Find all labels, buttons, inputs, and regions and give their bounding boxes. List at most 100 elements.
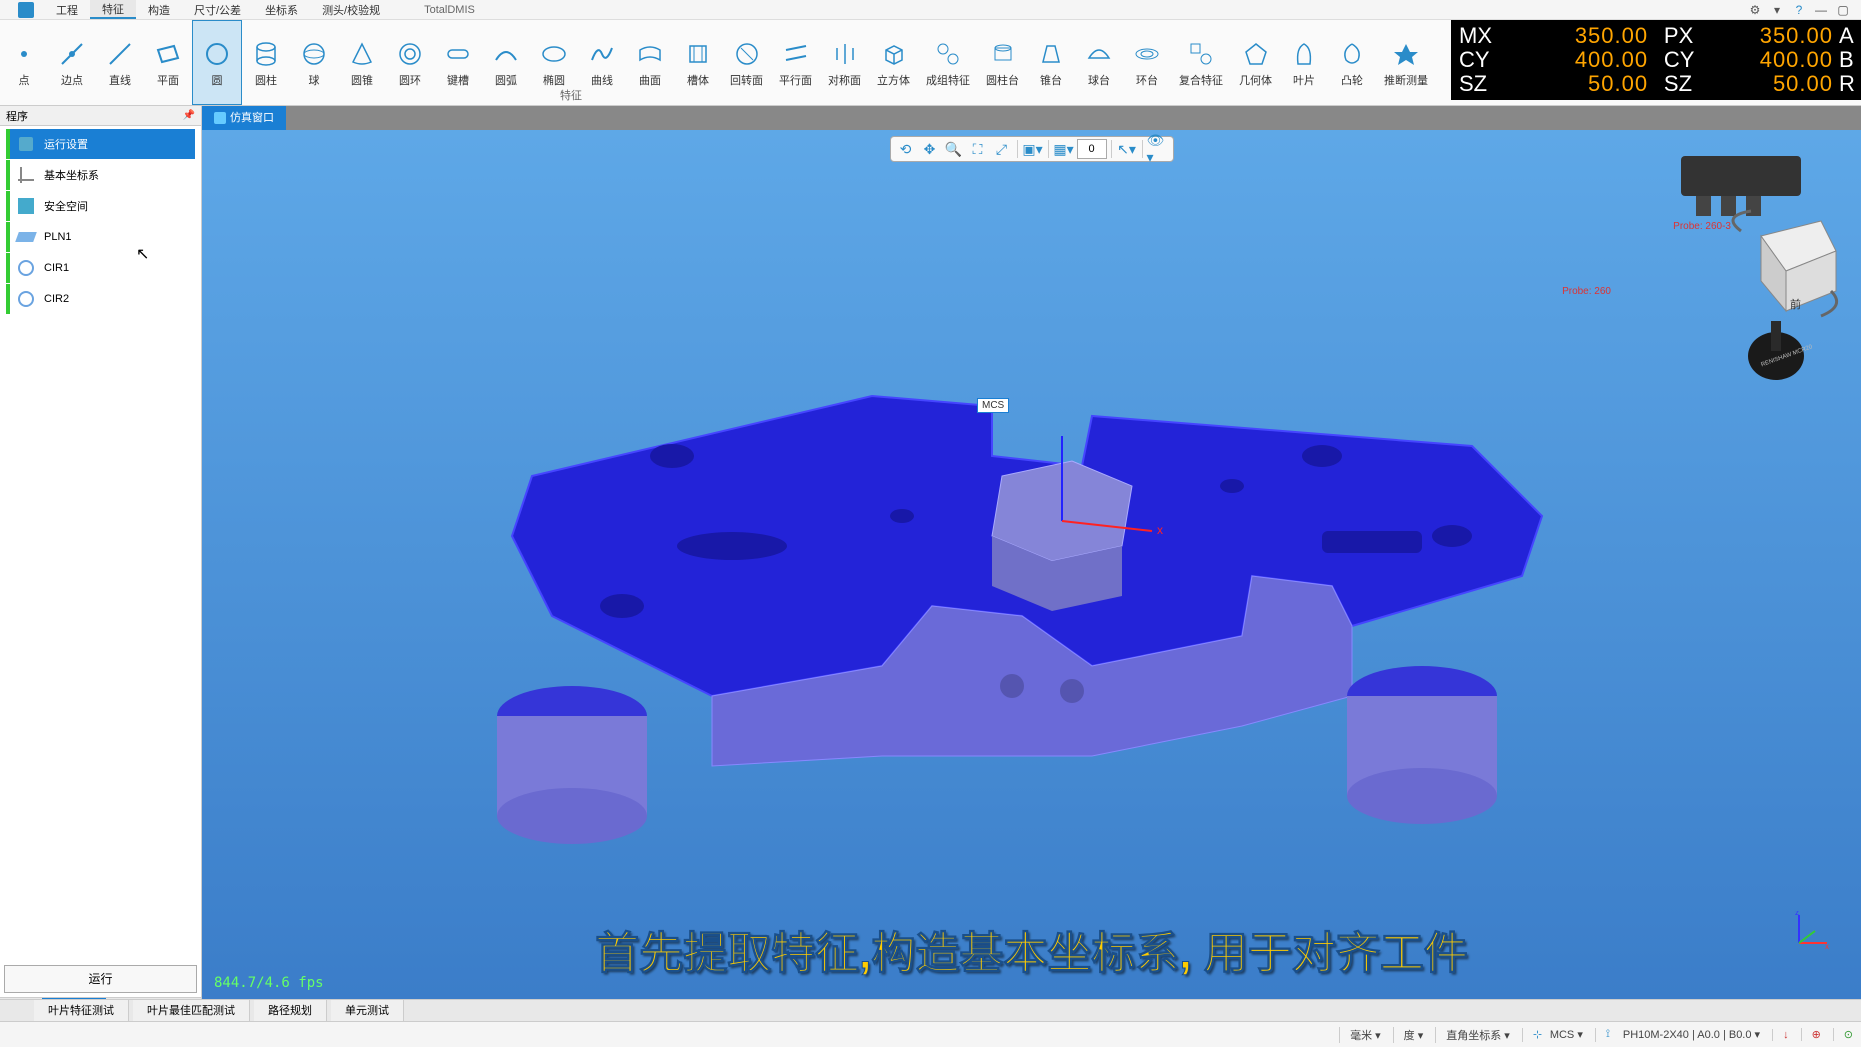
ribbon-sphere[interactable]: 球: [290, 20, 338, 105]
program-panel-header: 程序 📌: [0, 106, 201, 126]
status-unit[interactable]: 毫米 ▾: [1339, 1027, 1381, 1043]
menu-probe[interactable]: 测头/校验规: [310, 0, 392, 19]
program-item-label: 安全空间: [44, 198, 88, 214]
status-mcs[interactable]: ⊹ MCS ▾: [1522, 1028, 1583, 1042]
ribbon-slot[interactable]: 键槽: [434, 20, 482, 105]
plane-icon: [16, 227, 36, 247]
refresh-icon[interactable]: ⟲: [895, 138, 917, 160]
cylinder-icon: [250, 38, 282, 70]
mcs-marker[interactable]: MCS: [977, 398, 1009, 413]
status-tool-3[interactable]: ⊙: [1833, 1028, 1853, 1041]
program-item-box[interactable]: 安全空间: [6, 191, 195, 221]
axis-gizmo[interactable]: z x: [1791, 911, 1831, 951]
ribbon-circle[interactable]: 圆: [192, 20, 242, 105]
ribbon-line[interactable]: 直线: [96, 20, 144, 105]
program-panel: 程序 📌 运行设置基本坐标系安全空间PLN1CIR1CIR2 运行 项目 测量程…: [0, 106, 202, 1021]
menu-dimension[interactable]: 尺寸/公差: [182, 0, 253, 19]
surface-icon: [634, 38, 666, 70]
ribbon-label: 平行面: [779, 72, 812, 88]
status-tool-2[interactable]: ⊕: [1801, 1028, 1821, 1041]
view-cube-front-label[interactable]: 前: [1790, 296, 1801, 312]
ribbon-cube[interactable]: 立方体: [869, 20, 918, 105]
viewport-tab[interactable]: 仿真窗口: [202, 106, 286, 130]
ribbon-label: 曲线: [591, 72, 613, 88]
pin-icon[interactable]: 📌: [183, 110, 195, 121]
bottom-tab[interactable]: 叶片最佳匹配测试: [133, 1000, 250, 1022]
ribbon-arc[interactable]: 圆弧: [482, 20, 530, 105]
ribbon-plane[interactable]: 平面: [144, 20, 192, 105]
app-menu-button[interactable]: [18, 2, 34, 18]
ribbon-cone-boss[interactable]: 锥台: [1027, 20, 1075, 105]
ribbon-torus[interactable]: 圆环: [386, 20, 434, 105]
restore-icon[interactable]: ▢: [1835, 2, 1851, 18]
ribbon-label: 椭圆: [543, 72, 565, 88]
ribbon-parallel[interactable]: 平行面: [771, 20, 820, 105]
program-item-circle[interactable]: CIR2: [6, 284, 195, 314]
ribbon-infer[interactable]: 推断测量: [1376, 20, 1436, 105]
ribbon-cylinder[interactable]: 圆柱: [242, 20, 290, 105]
program-item-plane[interactable]: PLN1: [6, 222, 195, 252]
program-panel-title: 程序: [6, 108, 28, 124]
bottom-tab[interactable]: 路径规划: [254, 1000, 327, 1022]
ribbon-geometry[interactable]: 几何体: [1231, 20, 1280, 105]
viewport-3d[interactable]: 仿真窗口 ⟲ ✥ 🔍 ⛶ ⤢ ▣▾ ▦▾ ↖▾ 👁▾: [202, 106, 1861, 1021]
composite-icon: [1185, 38, 1217, 70]
ribbon-sphere-boss[interactable]: 球台: [1075, 20, 1123, 105]
minimize-icon[interactable]: —: [1813, 2, 1829, 18]
status-tool-1[interactable]: ↓: [1772, 1029, 1789, 1041]
dropdown-icon[interactable]: ▾: [1769, 2, 1785, 18]
grid-size-input[interactable]: [1077, 139, 1107, 159]
select-mode-icon[interactable]: ↖▾: [1116, 138, 1138, 160]
svg-text:z: z: [1795, 911, 1799, 917]
status-probe[interactable]: ⟟ PH10M-2X40 | A0.0 | B0.0 ▾: [1595, 1028, 1760, 1042]
ribbon-label: 叶片: [1293, 72, 1315, 88]
point-icon: [8, 38, 40, 70]
bottom-tab[interactable]: 叶片特征测试: [34, 1000, 129, 1022]
cone-icon: [346, 38, 378, 70]
run-button[interactable]: 运行: [4, 965, 197, 993]
ribbon-composite[interactable]: 复合特征: [1171, 20, 1231, 105]
bottom-tab[interactable]: 单元测试: [331, 1000, 404, 1022]
ribbon-curve[interactable]: 曲线: [578, 20, 626, 105]
ribbon-cyl-boss[interactable]: 圆柱台: [978, 20, 1027, 105]
help-icon[interactable]: ?: [1791, 2, 1807, 18]
fit-icon[interactable]: ⤢: [991, 138, 1013, 160]
ribbon-ring[interactable]: 环台: [1123, 20, 1171, 105]
symmetry-icon: [829, 38, 861, 70]
program-item-run-settings[interactable]: 运行设置: [6, 129, 195, 159]
ellipse-icon: [538, 38, 570, 70]
menu-bar: 工程 特征 构造 尺寸/公差 坐标系 测头/校验规 TotalDMIS ⚙ ▾ …: [0, 0, 1861, 20]
render-mode-icon[interactable]: ▣▾: [1022, 138, 1044, 160]
program-item-circle[interactable]: CIR1: [6, 253, 195, 283]
status-coord[interactable]: 直角坐标系 ▾: [1435, 1027, 1510, 1043]
ribbon-surface[interactable]: 曲面: [626, 20, 674, 105]
ribbon-point[interactable]: 点: [0, 20, 48, 105]
zoom-icon[interactable]: 🔍: [943, 138, 965, 160]
ribbon-symmetry[interactable]: 对称面: [820, 20, 869, 105]
menu-construct[interactable]: 构造: [136, 0, 182, 19]
ribbon-cone[interactable]: 圆锥: [338, 20, 386, 105]
ribbon-cam[interactable]: 凸轮: [1328, 20, 1376, 105]
dro-panel: MX350.00PX350.00ACY400.00CY400.00BSZ50.0…: [1451, 20, 1861, 100]
ribbon-group[interactable]: 成组特征: [918, 20, 978, 105]
program-item-label: CIR2: [44, 293, 69, 305]
dro-row: MX350.00PX350.00A: [1459, 24, 1853, 48]
ribbon-blade[interactable]: 叶片: [1280, 20, 1328, 105]
zoom-window-icon[interactable]: ⛶: [967, 138, 989, 160]
grid-icon[interactable]: ▦▾: [1053, 138, 1075, 160]
model-3d[interactable]: x: [452, 356, 1602, 876]
status-angle[interactable]: 度 ▾: [1393, 1027, 1424, 1043]
view-cube-widget[interactable]: RENISHAW MCR20: [1621, 146, 1841, 406]
ribbon-edge-point[interactable]: 边点: [48, 20, 96, 105]
menu-project[interactable]: 工程: [44, 0, 90, 19]
ribbon-groove[interactable]: 槽体: [674, 20, 722, 105]
pan-icon[interactable]: ✥: [919, 138, 941, 160]
program-item-axes[interactable]: 基本坐标系: [6, 160, 195, 190]
gear-icon[interactable]: ⚙: [1747, 2, 1763, 18]
menu-coord[interactable]: 坐标系: [253, 0, 310, 19]
cube-icon: [878, 38, 910, 70]
visibility-icon[interactable]: 👁▾: [1147, 138, 1169, 160]
ribbon-revolve[interactable]: 回转面: [722, 20, 771, 105]
menu-feature[interactable]: 特征: [90, 0, 136, 19]
ribbon-label: 圆环: [399, 72, 421, 88]
